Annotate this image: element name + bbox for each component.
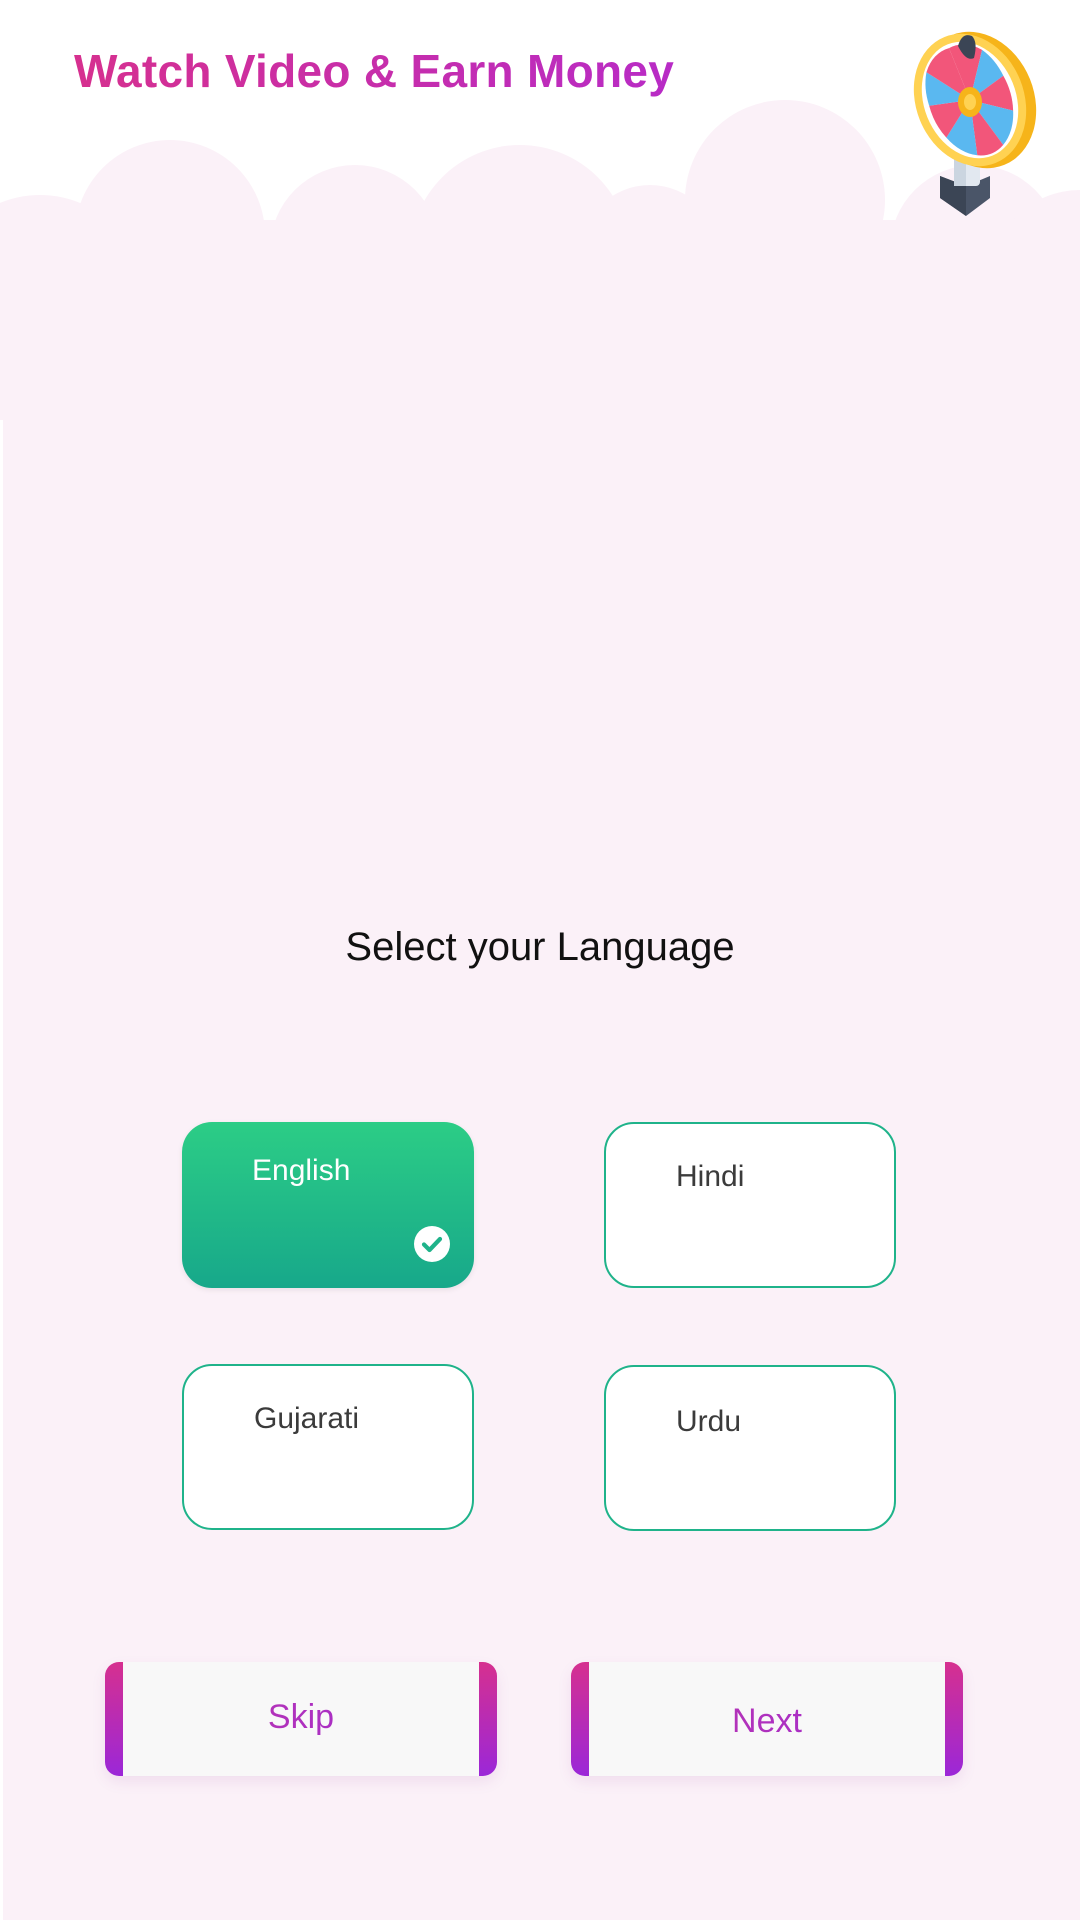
language-option-label: Gujarati [254, 1402, 360, 1435]
language-option-label: Urdu [676, 1405, 742, 1438]
language-option-english[interactable]: English [182, 1122, 474, 1288]
language-option-label: Hindi [676, 1160, 745, 1193]
skip-button[interactable]: Skip [105, 1662, 497, 1776]
next-button[interactable]: Next [571, 1662, 963, 1776]
app-title: Watch Video & Earn Money [74, 45, 675, 97]
language-option-hindi[interactable]: Hindi [604, 1122, 896, 1288]
next-button-face: Next [589, 1662, 945, 1776]
select-language-title: Select your Language [345, 925, 735, 969]
spin-wheel-icon [913, 31, 1037, 216]
skip-button-label: Skip [123, 1698, 479, 1737]
next-button-label: Next [589, 1702, 945, 1741]
skip-button-face: Skip [123, 1662, 479, 1776]
language-option-gujarati[interactable]: Gujarati [182, 1364, 474, 1530]
language-option-label: English [252, 1154, 351, 1187]
language-option-urdu[interactable]: Urdu [604, 1365, 896, 1531]
check-circle-icon [414, 1226, 450, 1262]
